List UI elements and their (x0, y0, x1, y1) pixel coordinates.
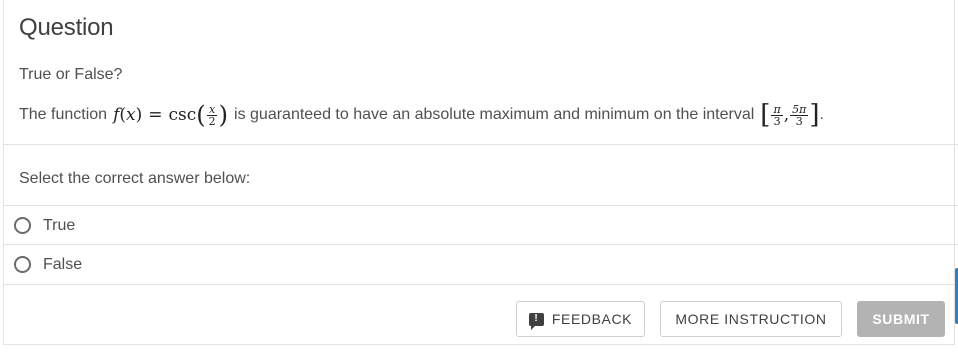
radio-false[interactable] (14, 256, 31, 273)
function-expression: f (x) = csc ( x 2 ) (113, 101, 229, 129)
question-stem: The function f (x) = csc ( x 2 ) is guar… (19, 98, 824, 132)
section-divider (3, 144, 958, 145)
feedback-button[interactable]: ! FEEDBACK (516, 301, 645, 337)
radio-true[interactable] (14, 217, 31, 234)
stem-prefix: The function (19, 106, 108, 123)
option-false-label: False (43, 255, 83, 273)
equals-sign: = (148, 105, 163, 125)
more-instruction-button[interactable]: MORE INSTRUCTION (660, 301, 842, 337)
question-type-label: True or False? (19, 66, 123, 83)
function-variable: x (126, 105, 136, 125)
option-divider (3, 284, 958, 285)
interval-left-fraction: π 3 (771, 102, 783, 128)
option-false[interactable]: False (3, 245, 955, 284)
option-true[interactable]: True (3, 206, 955, 245)
interval-expression: [ π 3 , 5π 3 ] (760, 100, 820, 130)
question-title: Question (19, 14, 114, 41)
interval-right-denominator: 3 (795, 114, 803, 128)
stem-suffix: . (819, 106, 824, 123)
interval-left-numerator: π (771, 102, 783, 116)
more-instruction-label: MORE INSTRUCTION (675, 311, 827, 327)
exclamation-speech-bubble-icon: ! (528, 312, 544, 330)
answer-prompt: Select the correct answer below: (19, 170, 251, 187)
stem-middle: is guaranteed to have an absolute maximu… (234, 106, 755, 123)
interval-left-denominator: 3 (773, 114, 781, 128)
interval-right-numerator: 5π (790, 102, 809, 116)
option-true-label: True (43, 216, 76, 234)
csc-fraction-denominator: 2 (208, 114, 216, 128)
submit-button[interactable]: SUBMIT (857, 301, 945, 337)
submit-button-label: SUBMIT (872, 311, 930, 327)
csc-argument-fraction: x 2 (207, 104, 218, 127)
csc-fraction-numerator: x (207, 102, 218, 116)
feedback-button-label: FEEDBACK (551, 311, 633, 327)
interval-right-fraction: 5π 3 (790, 102, 809, 128)
csc-operator: csc (168, 105, 197, 125)
